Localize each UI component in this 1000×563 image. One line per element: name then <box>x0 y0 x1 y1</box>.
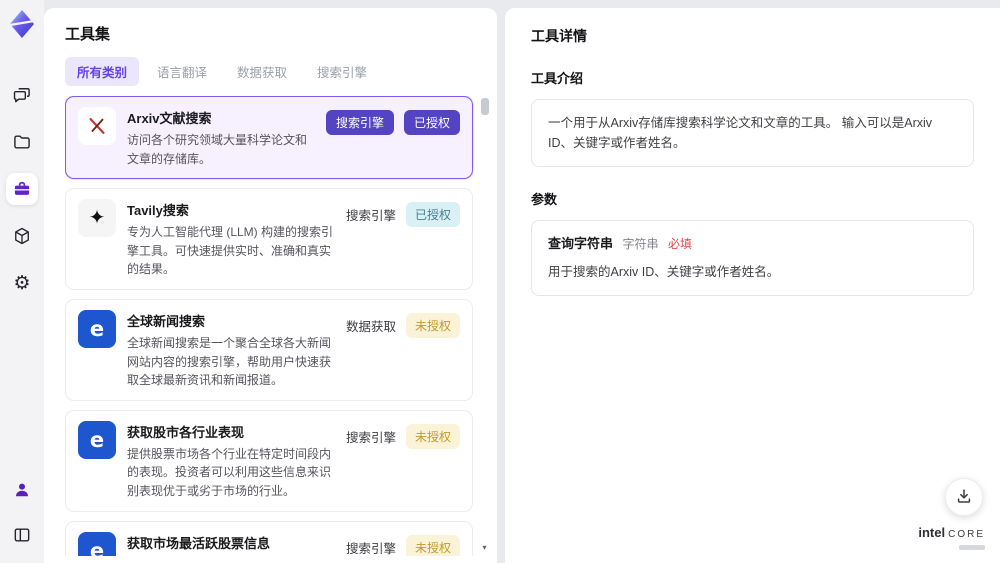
tab-2[interactable]: 数据获取 <box>225 57 299 86</box>
user-avatar-icon <box>12 480 32 500</box>
sparkle-icon: ✦ <box>78 199 116 238</box>
sidebar-item-tools[interactable] <box>6 173 38 205</box>
intro-heading: 工具介绍 <box>531 71 584 86</box>
tool-description: 全球新闻搜索是一个聚合全球各大新闻网站内容的搜索引擎，帮助用户快速获取全球最新资… <box>127 335 332 388</box>
folder-icon <box>12 132 32 152</box>
tool-category-tag: 数据获取 <box>345 319 396 334</box>
tool-list-item[interactable]: e 获取股市各行业表现 提供股票市场各个行业在特定时间段内的表现。投资者可以利用… <box>65 409 473 512</box>
list-scrollbar[interactable]: ▾ <box>480 96 489 552</box>
sidebar-bottom <box>6 474 38 551</box>
tool-text: Arxiv文献搜索 访问各个研究领域大量科学论文和文章的存储库。 <box>127 107 315 168</box>
intel-product-text: CORE <box>948 529 985 541</box>
parameter-box: 查询字符串 字符串 必填 用于搜索的Arxiv ID、关键字或作者姓名。 <box>531 220 974 296</box>
detail-title: 工具详情 <box>531 28 587 44</box>
sidebar-item-account[interactable] <box>6 474 38 506</box>
settings-gear-icon: ⚙ <box>13 272 31 294</box>
intel-ultra-mark <box>959 545 985 550</box>
tool-description: 专为人工智能代理 (LLM) 构建的搜索引擎工具。可快速提供实时、准确和真实的结… <box>127 225 334 277</box>
tool-intro-box: 一个用于从Arxiv存储库搜索科学论文和文章的工具。 输入可以是Arxiv ID… <box>531 99 974 167</box>
category-tabs: 所有类别 语言翻译 数据获取 搜索引擎 <box>65 57 489 86</box>
tab-3[interactable]: 搜索引擎 <box>305 57 379 86</box>
tab-0[interactable]: 所有类别 <box>65 57 140 86</box>
app-logo-icon <box>7 9 37 39</box>
scrollbar-thumb[interactable] <box>480 98 489 115</box>
parameter-meta: 查询字符串 字符串 必填 <box>548 234 957 255</box>
params-heading: 参数 <box>531 192 558 207</box>
sidebar-item-chat[interactable] <box>6 79 38 111</box>
tool-text: 全球新闻搜索 全球新闻搜索是一个聚合全球各大新闻网站内容的搜索引擎，帮助用户快速… <box>127 310 335 390</box>
tool-list: Arxiv文献搜索 访问各个研究领域大量科学论文和文章的存储库。 搜索引擎 已授… <box>65 96 489 556</box>
tool-tags: 搜索引擎 未授权 <box>346 421 460 501</box>
tool-text: 获取股市各行业表现 提供股票市场各个行业在特定时间段内的表现。投资者可以利用这些… <box>127 421 335 501</box>
tool-name: 获取股市各行业表现 <box>127 424 245 440</box>
arxiv-logo-icon <box>78 107 116 145</box>
tool-category-tag: 搜索引擎 <box>325 110 394 135</box>
tool-text: 获取市场最活跃股票信息 提供当天交易量最高的股票列表，投资者可以利用这些信息来识… <box>127 532 335 556</box>
sidebar-nav: ⚙ <box>6 79 38 299</box>
tool-list-item[interactable]: ✦ Tavily搜索 专为人工智能代理 (LLM) 构建的搜索引擎工具。可快速提… <box>65 188 473 290</box>
collapse-panel-icon <box>12 525 32 545</box>
tool-category-tag: 搜索引擎 <box>345 209 396 224</box>
tool-list-item[interactable]: Arxiv文献搜索 访问各个研究领域大量科学论文和文章的存储库。 搜索引擎 已授… <box>65 96 473 180</box>
tool-tags: 搜索引擎 已授权 <box>325 107 460 168</box>
tool-list-panel: 工具集 所有类别 语言翻译 数据获取 搜索引擎 Arxiv文献搜索 访问各个研究领域大… <box>44 8 497 563</box>
tool-tags: 搜索引擎 已授权 <box>346 199 460 279</box>
parameter-required-badge: 必填 <box>668 237 693 251</box>
tool-tags: 搜索引擎 未授权 <box>346 532 460 556</box>
tool-description: 访问各个研究领域大量科学论文和文章的存储库。 <box>127 133 308 166</box>
tool-text: Tavily搜索 专为人工智能代理 (LLM) 构建的搜索引擎工具。可快速提供实… <box>127 199 335 279</box>
news-e-logo-icon: e <box>78 420 116 459</box>
page-title: 工具集 <box>65 26 111 43</box>
intel-core-logo: intel CORE <box>918 524 985 550</box>
news-e-logo-icon: e <box>78 309 116 348</box>
parameter-description: 用于搜索的Arxiv ID、关键字或作者姓名。 <box>548 264 780 279</box>
tool-intro-text: 一个用于从Arxiv存储库搜索科学论文和文章的工具。 输入可以是Arxiv ID… <box>548 116 933 150</box>
tool-list-item[interactable]: e 获取市场最活跃股票信息 提供当天交易量最高的股票列表，投资者可以利用这些信息… <box>65 520 473 556</box>
tool-detail-panel: 工具详情 工具介绍 一个用于从Arxiv存储库搜索科学论文和文章的工具。 输入可… <box>505 8 1000 563</box>
sidebar-item-packages[interactable] <box>6 220 38 252</box>
tool-description: 提供股票市场各个行业在特定时间段内的表现。投资者可以利用这些信息来识别表现优于或… <box>127 446 332 498</box>
app-window: ⚙ 工具集 所有类别 语言翻译 数据获取 搜索引擎 Arxiv文献搜索 访问各个… <box>0 0 1000 563</box>
parameter-name: 查询字符串 <box>548 236 614 251</box>
tool-tags: 数据获取 未授权 <box>346 310 460 390</box>
tool-list-item[interactable]: e 全球新闻搜索 全球新闻搜索是一个聚合全球各大新闻网站内容的搜索引擎，帮助用户… <box>65 298 473 401</box>
tool-status-badge: 已授权 <box>405 202 460 228</box>
tab-1[interactable]: 语言翻译 <box>145 57 219 86</box>
tool-category-tag: 搜索引擎 <box>345 430 396 445</box>
intel-brand-text: intel <box>918 525 946 541</box>
download-button[interactable] <box>945 478 983 516</box>
toolbox-icon <box>12 179 32 199</box>
chat-icon <box>12 85 32 105</box>
tool-status-badge: 未授权 <box>405 423 460 449</box>
tool-name: Tavily搜索 <box>127 203 189 219</box>
tool-status-badge: 已授权 <box>403 110 460 135</box>
icon-sidebar: ⚙ <box>0 0 44 563</box>
tool-name: 获取市场最活跃股票信息 <box>127 535 271 551</box>
scrollbar-down-arrow[interactable]: ▾ <box>480 544 489 552</box>
tool-name: 全球新闻搜索 <box>127 313 206 329</box>
parameter-type: 字符串 <box>622 237 659 251</box>
download-icon <box>955 487 973 508</box>
package-icon <box>12 226 32 246</box>
sidebar-item-files[interactable] <box>6 126 38 158</box>
tool-status-badge: 未授权 <box>405 312 460 338</box>
tool-status-badge: 未授权 <box>405 534 460 556</box>
tool-category-tag: 搜索引擎 <box>345 541 396 556</box>
sidebar-item-collapse[interactable] <box>6 519 38 551</box>
news-e-logo-icon: e <box>78 531 116 556</box>
tool-name: Arxiv文献搜索 <box>127 111 212 126</box>
sidebar-item-settings[interactable]: ⚙ <box>6 267 38 299</box>
